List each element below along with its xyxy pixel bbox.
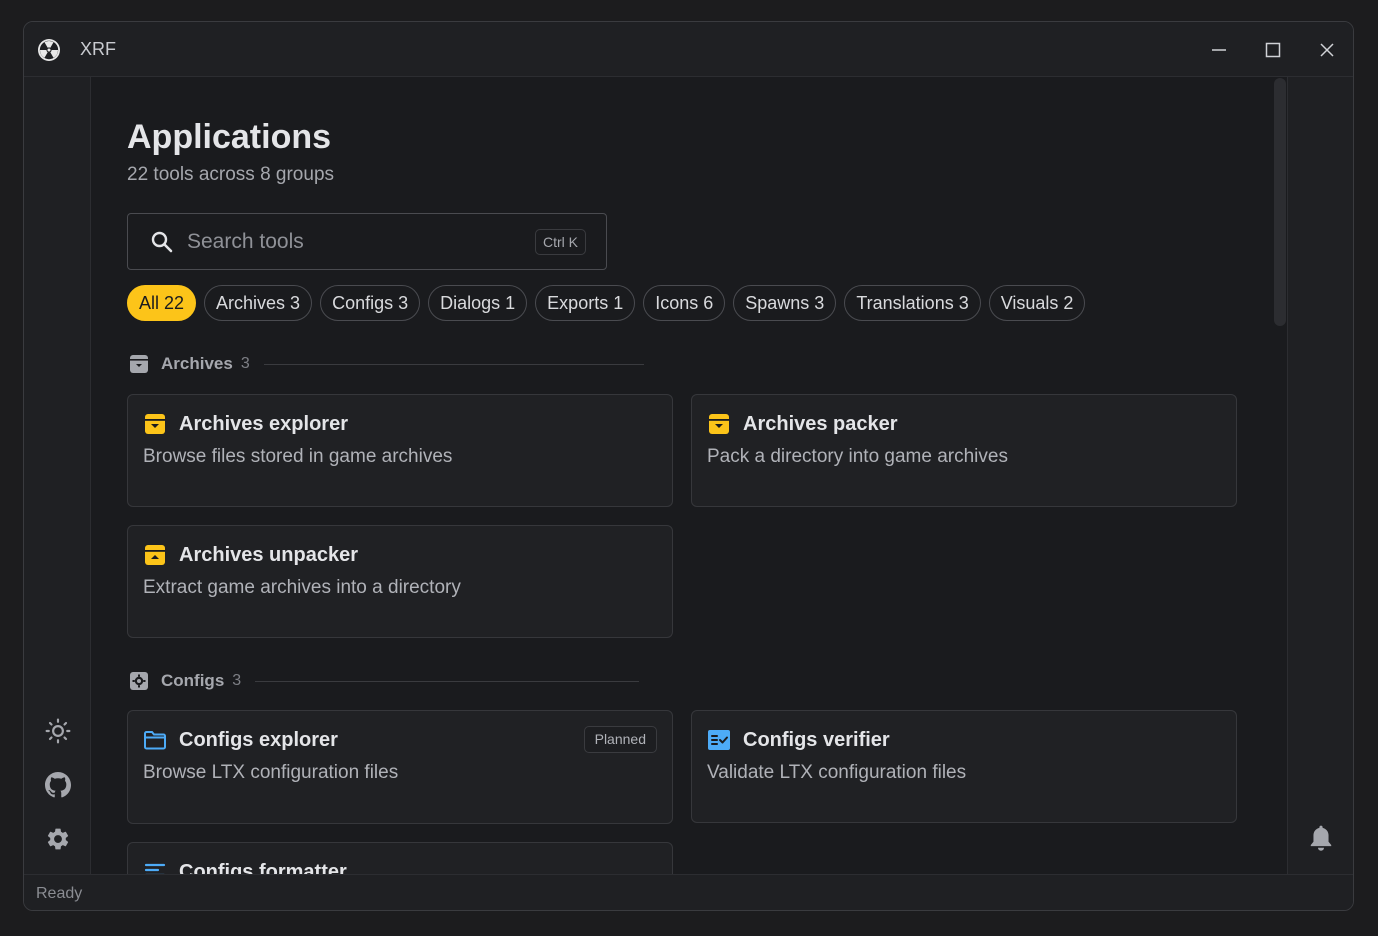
app-title: XRF [80,39,116,59]
card-description: Browse files stored in game archives [143,446,453,467]
bell-icon [1310,825,1332,851]
card-title: Archives unpacker [179,544,358,566]
status-text: Ready [36,885,83,902]
page-title: Applications [127,118,332,156]
filter-chip-dialogs[interactable]: Dialogs 1 [428,285,528,321]
gear-icon [47,828,69,850]
search-icon [151,231,173,253]
filter-chip-all[interactable]: All 22 [127,285,197,321]
github-link-button[interactable] [44,771,72,799]
tool-card-archives-explorer[interactable]: Archives explorer Browse files stored in… [127,394,673,507]
status-bar: Ready [24,874,1353,910]
tool-card-configs-verifier[interactable]: Configs verifier Validate LTX configurat… [691,710,1237,823]
section-title: Configs [161,671,225,690]
close-button[interactable] [1309,32,1345,68]
maximize-icon [1265,42,1281,58]
filter-chip-icons[interactable]: Icons 6 [643,285,726,321]
section-count: 3 [240,355,250,372]
card-title: Archives packer [743,413,898,435]
folder-icon [144,731,166,750]
archive-down-icon [145,414,165,434]
notifications-button[interactable] [1307,824,1335,852]
archive-up-icon [145,545,165,565]
maximize-button[interactable] [1255,32,1291,68]
tool-card-archives-packer[interactable]: Archives packer Pack a directory into ga… [691,394,1237,507]
filter-chip-exports[interactable]: Exports 1 [535,285,636,321]
page-subtitle: 22 tools across 8 groups [127,164,335,185]
search-shortcut-hint: Ctrl K [535,229,586,255]
archive-down-icon [709,414,729,434]
filter-chip-configs[interactable]: Configs 3 [320,285,421,321]
tool-card-configs-explorer[interactable]: Configs explorer Browse LTX configuratio… [127,710,673,824]
card-description: Validate LTX configuration files [707,762,967,783]
main-scrollbar[interactable] [1274,78,1288,328]
section-header-configs: Configs 3 [129,671,640,691]
config-gear-icon [130,672,148,690]
section-divider [255,680,640,682]
card-description: Extract game archives into a directory [143,577,461,598]
checklist-icon [708,730,730,750]
section-header-archives: Archives 3 [129,354,644,374]
right-sidebar [1287,77,1353,874]
main-content: Applications 22 tools across 8 groups Ct… [92,77,1288,874]
section-count: 3 [232,672,242,689]
title-bar[interactable]: XRF [24,22,1353,77]
close-icon [1320,43,1334,57]
theme-toggle-button[interactable] [44,717,72,745]
scrollbar-thumb[interactable] [1274,78,1286,326]
card-title: Configs verifier [743,729,890,751]
search-box[interactable]: Ctrl K [127,213,607,270]
tool-card-archives-unpacker[interactable]: Archives unpacker Extract game archives … [127,525,673,638]
minimize-icon [1212,49,1226,51]
filter-chip-translations[interactable]: Translations 3 [844,285,981,321]
tool-card-configs-formatter[interactable]: Configs formatter [127,842,673,874]
card-title: Configs explorer [179,729,338,751]
minimize-button[interactable] [1201,32,1237,68]
filter-chip-spawns[interactable]: Spawns 3 [733,285,837,321]
github-icon [45,772,71,798]
status-badge: Planned [583,726,657,753]
card-description: Browse LTX configuration files [143,762,399,783]
app-window: XRF Applications 22 tools across 8 group… [23,21,1354,911]
sun-icon [45,718,71,744]
card-title: Archives explorer [179,413,348,435]
card-description: Pack a directory into game archives [707,446,1008,467]
settings-button[interactable] [44,825,72,853]
align-left-icon [144,863,166,874]
card-title: Configs formatter [179,861,347,874]
section-title: Archives [161,354,233,373]
search-input[interactable] [187,226,517,258]
filter-chip-visuals[interactable]: Visuals 2 [988,285,1086,321]
filter-chip-archives[interactable]: Archives 3 [204,285,313,321]
left-sidebar [24,77,91,874]
archive-box-icon [130,355,148,373]
section-divider [263,363,644,365]
filter-chips: All 22 Archives 3 Configs 3 Dialogs 1 Ex… [127,285,1086,321]
radiation-logo-icon [38,39,60,61]
